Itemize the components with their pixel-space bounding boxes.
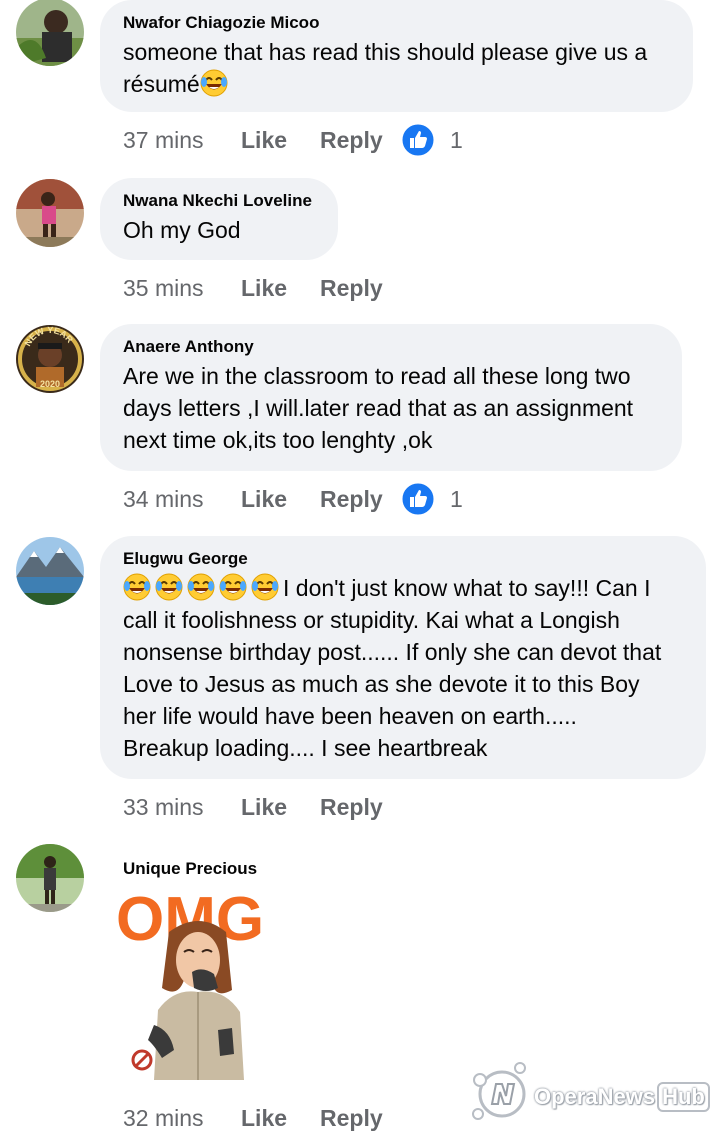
comment-time[interactable]: 34 mins <box>123 486 204 513</box>
comment-text: someone that has read this should please… <box>123 36 669 100</box>
omg-sticker[interactable]: OMG <box>114 880 284 1080</box>
avatar[interactable]: NEW YEAR 2020 <box>16 325 84 393</box>
operanews-watermark: OperaNews Hub <box>468 1060 710 1124</box>
avatar[interactable] <box>16 537 84 605</box>
reply-button[interactable]: Reply <box>320 486 383 513</box>
thumbs-up-icon[interactable] <box>401 482 435 516</box>
thumbs-up-icon[interactable] <box>401 123 435 157</box>
laughing-tears-icon <box>187 573 215 601</box>
laughing-tears-icon <box>155 573 183 601</box>
comment-author[interactable]: Nwafor Chiagozie Micoo <box>123 12 669 34</box>
comment-text-line: someone that has read this should please… <box>123 39 648 65</box>
comment-bubble[interactable]: Anaere Anthony Are we in the classroom t… <box>100 324 682 471</box>
avatar-text: 2020 <box>40 379 60 389</box>
comment-text-line: I don't just know what to say!!! Can I <box>283 575 651 601</box>
laughing-tears-icon <box>200 69 228 97</box>
avatar[interactable] <box>16 179 84 247</box>
comment-author[interactable]: Anaere Anthony <box>123 336 658 358</box>
avatar[interactable] <box>16 0 84 66</box>
like-button[interactable]: Like <box>241 127 287 154</box>
comment-time[interactable]: 32 mins <box>123 1105 204 1132</box>
comment-author[interactable]: Elugwu George <box>123 548 682 570</box>
comment-text: Are we in the classroom to read all thes… <box>123 360 658 456</box>
comment-text-line: days letters ,I will.later read that as … <box>123 395 634 421</box>
reply-button[interactable]: Reply <box>320 275 383 302</box>
reaction-count[interactable]: 1 <box>450 486 463 513</box>
emoji-row <box>123 573 283 601</box>
comment-text-line: Are we in the classroom to read all thes… <box>123 363 631 389</box>
comment-time[interactable]: 33 mins <box>123 794 204 821</box>
comment-text-line: her life would have been heaven on earth… <box>123 703 577 729</box>
comment-author-row: Unique Precious <box>123 858 257 880</box>
laughing-tears-icon <box>219 573 247 601</box>
comment-text: I don't just know what to say!!! Can I c… <box>123 572 682 764</box>
comment-author[interactable]: Nwana Nkechi Loveline <box>123 190 314 212</box>
comment-bubble[interactable]: Elugwu George I don't just know what to … <box>100 536 706 779</box>
reaction-count[interactable]: 1 <box>450 127 463 154</box>
operanews-logo-icon <box>472 1062 526 1120</box>
comment-time[interactable]: 37 mins <box>123 127 204 154</box>
like-button[interactable]: Like <box>241 794 287 821</box>
watermark-text: OperaNews Hub <box>534 1082 710 1112</box>
reply-button[interactable]: Reply <box>320 794 383 821</box>
comment-text-line: nonsense birthday post...... If only she… <box>123 639 662 665</box>
comments-thread: Nwafor Chiagozie Micoo someone that has … <box>0 0 720 1137</box>
comment-bubble[interactable]: Nwana Nkechi Loveline Oh my God <box>100 178 338 260</box>
comment-time[interactable]: 35 mins <box>123 275 204 302</box>
comment-text-line: call it foolishness or stupidity. Kai wh… <box>123 607 620 633</box>
like-button[interactable]: Like <box>241 486 287 513</box>
comment-text-line: résumé <box>123 71 200 97</box>
reply-button[interactable]: Reply <box>320 1105 383 1132</box>
comment-author[interactable]: Unique Precious <box>123 858 257 880</box>
laughing-tears-icon <box>251 573 279 601</box>
comment-text-line: Breakup loading.... I see heartbreak <box>123 735 488 761</box>
comment-bubble[interactable]: Nwafor Chiagozie Micoo someone that has … <box>100 0 693 112</box>
reply-button[interactable]: Reply <box>320 127 383 154</box>
like-button[interactable]: Like <box>241 275 287 302</box>
comment-text-line: Love to Jesus as much as she devote it t… <box>123 671 640 697</box>
comment-text: Oh my God <box>123 217 241 243</box>
watermark-brand: OperaNews <box>534 1084 656 1109</box>
watermark-hub: Hub <box>657 1082 710 1112</box>
avatar[interactable] <box>16 844 84 912</box>
laughing-tears-icon <box>123 573 151 601</box>
comment-text-line: next time ok,its too lenghty ,ok <box>123 427 433 453</box>
like-button[interactable]: Like <box>241 1105 287 1132</box>
